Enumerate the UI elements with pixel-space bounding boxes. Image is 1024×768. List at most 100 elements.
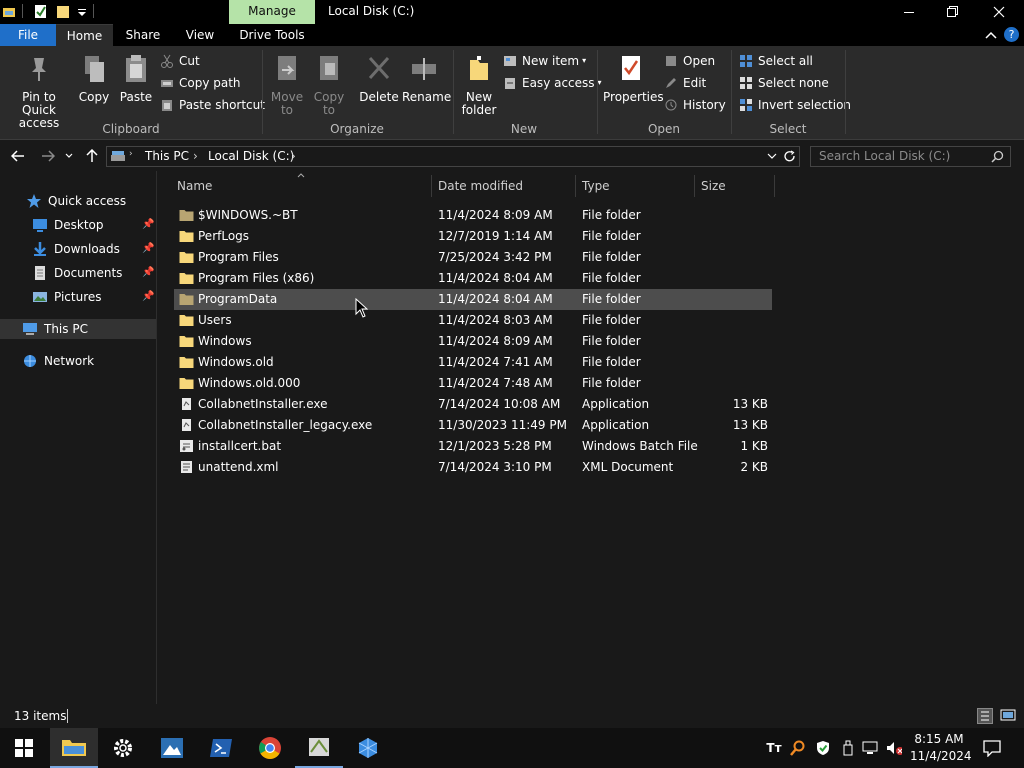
move-to-button[interactable]: Move to [268, 54, 306, 117]
search-tool-icon[interactable] [790, 740, 806, 756]
refresh-icon[interactable] [783, 150, 796, 163]
taskbar-app[interactable] [148, 728, 196, 768]
pin-quick-access-button[interactable]: Pin to Quick access [4, 54, 74, 130]
nav-label: Desktop [54, 218, 104, 232]
pin-icon[interactable]: 📌 [142, 291, 154, 302]
copy-button[interactable]: Copy [76, 54, 112, 104]
file-row[interactable]: unattend.xml 7/14/2024 3:10 PM XML Documen… [174, 457, 772, 478]
details-view-button[interactable] [977, 708, 993, 724]
delete-button[interactable]: Delete [358, 54, 400, 104]
nav-desktop[interactable]: Desktop [32, 215, 104, 235]
taskbar-file-explorer[interactable] [50, 728, 98, 768]
taskbar-powershell[interactable] [197, 728, 245, 768]
file-row[interactable]: ProgramData 11/4/2024 8:04 AM File folder [174, 289, 772, 310]
rename-button[interactable]: Rename [402, 54, 451, 104]
pin-icon[interactable]: 📌 [142, 219, 154, 230]
column-header-date-modified[interactable]: Date modified [432, 175, 576, 197]
taskbar-settings[interactable] [99, 728, 147, 768]
new-folder-icon[interactable] [56, 4, 70, 19]
tab-file[interactable]: File [0, 24, 56, 46]
breadcrumb-local-disk[interactable]: Local Disk (C:) [208, 149, 294, 164]
nav-this-pc[interactable]: This PC [0, 319, 156, 339]
file-row[interactable]: Program Files (x86) 11/4/2024 8:04 AM File… [174, 268, 772, 289]
pin-icon[interactable]: 📌 [142, 243, 154, 254]
large-icons-view-button[interactable] [1000, 708, 1018, 724]
clock[interactable]: 8:15 AM 11/4/2024 [910, 731, 972, 765]
back-button[interactable] [8, 147, 28, 165]
nav-quick-access[interactable]: Quick access [26, 191, 126, 211]
taskbar-installer[interactable] [295, 728, 343, 768]
file-row[interactable]: Program Files 7/25/2024 3:42 PM File folde… [174, 247, 772, 268]
tab-drive-tools[interactable]: Drive Tools [234, 24, 310, 46]
nav-documents[interactable]: Documents [32, 263, 122, 283]
navigation-bar: › This PC › Local Disk (C:) › Search Loc… [0, 141, 1024, 171]
forward-button[interactable] [38, 147, 58, 165]
collapse-ribbon-icon[interactable] [985, 30, 997, 40]
open-button[interactable]: Open [664, 52, 715, 70]
up-button[interactable] [82, 147, 102, 165]
file-date-modified: 11/4/2024 8:04 AM [438, 292, 553, 306]
font-icon[interactable]: Tт [766, 740, 782, 756]
address-bar[interactable]: › This PC › Local Disk (C:) › [106, 146, 800, 167]
volume-muted-icon[interactable] [886, 740, 902, 756]
properties-icon[interactable] [34, 4, 48, 19]
copy-to-button[interactable]: Copy to [310, 54, 348, 117]
usb-icon[interactable] [840, 740, 856, 756]
properties-button[interactable]: Properties [603, 54, 664, 104]
easy-access-button[interactable]: Easy access ▾ [503, 74, 602, 92]
breadcrumb-this-pc[interactable]: This PC [145, 149, 189, 164]
file-row[interactable]: installcert.bat 12/1/2023 5:28 PM Windows … [174, 436, 772, 457]
nav-pictures[interactable]: Pictures [32, 287, 102, 307]
file-row[interactable]: Windows 11/4/2024 8:09 AM File folder [174, 331, 772, 352]
customize-toolbar-icon[interactable] [75, 4, 89, 19]
column-header-name[interactable]: Name [171, 175, 432, 197]
tab-view[interactable]: View [180, 24, 220, 46]
file-row[interactable]: CollabnetInstaller_legacy.exe 11/30/2023 … [174, 415, 772, 436]
manage-contextual-tab[interactable]: Manage [229, 0, 315, 24]
new-item-button[interactable]: New item ▾ [503, 52, 586, 70]
invert-selection-button[interactable]: Invert selection [739, 96, 851, 114]
edit-button[interactable]: Edit [664, 74, 706, 92]
column-header-size[interactable]: Size [695, 175, 775, 197]
recent-locations-button[interactable] [62, 147, 76, 165]
file-row[interactable]: $WINDOWS.~BT 11/4/2024 8:09 AM File folder [174, 205, 772, 226]
tab-home[interactable]: Home [56, 24, 113, 46]
cut-button[interactable]: Cut [160, 52, 200, 70]
new-folder-button[interactable]: New folder [458, 54, 500, 117]
column-header-type[interactable]: Type [576, 175, 695, 197]
shield-icon[interactable] [815, 740, 831, 756]
file-date-modified: 11/4/2024 8:09 AM [438, 208, 553, 222]
select-all-button[interactable]: Select all [739, 52, 813, 70]
search-box[interactable]: Search Local Disk (C:) [810, 146, 1011, 167]
file-row[interactable]: Windows.old 11/4/2024 7:41 AM File folder [174, 352, 772, 373]
paste-shortcut-button[interactable]: Paste shortcut [160, 96, 265, 114]
select-none-button[interactable]: Select none [739, 74, 829, 92]
maximize-button[interactable] [930, 0, 976, 24]
network-tray-icon[interactable] [862, 740, 878, 756]
taskbar-chrome[interactable] [246, 728, 294, 768]
group-divider [597, 50, 598, 134]
tab-share[interactable]: Share [122, 24, 164, 46]
notification-icon[interactable] [983, 739, 1001, 757]
file-row[interactable]: Windows.old.000 11/4/2024 7:48 AM File fol… [174, 373, 772, 394]
file-row[interactable]: CollabnetInstaller.exe 7/14/2024 10:08 AM… [174, 394, 772, 415]
close-button[interactable] [976, 0, 1022, 24]
pictures-icon [33, 292, 47, 302]
minimize-button[interactable] [886, 0, 932, 24]
explorer-icon[interactable] [2, 4, 16, 19]
help-icon[interactable]: ? [1004, 27, 1019, 42]
taskbar-box-app[interactable] [344, 728, 392, 768]
start-button[interactable] [0, 728, 48, 768]
nav-downloads[interactable]: Downloads [32, 239, 120, 259]
file-row[interactable]: Users 11/4/2024 8:03 AM File folder [174, 310, 772, 331]
box-app-icon [358, 738, 378, 758]
address-dropdown-icon[interactable] [767, 153, 777, 160]
history-button[interactable]: History [664, 96, 726, 114]
file-date-modified: 12/1/2023 5:28 PM [438, 439, 552, 453]
paste-button[interactable]: Paste [118, 54, 154, 104]
file-row[interactable]: PerfLogs 12/7/2019 1:14 AM File folder [174, 226, 772, 247]
nav-network[interactable]: Network [22, 351, 94, 371]
forward-arrow-icon [42, 150, 55, 162]
pin-icon[interactable]: 📌 [142, 267, 154, 278]
copy-path-button[interactable]: Copy path [160, 74, 241, 92]
